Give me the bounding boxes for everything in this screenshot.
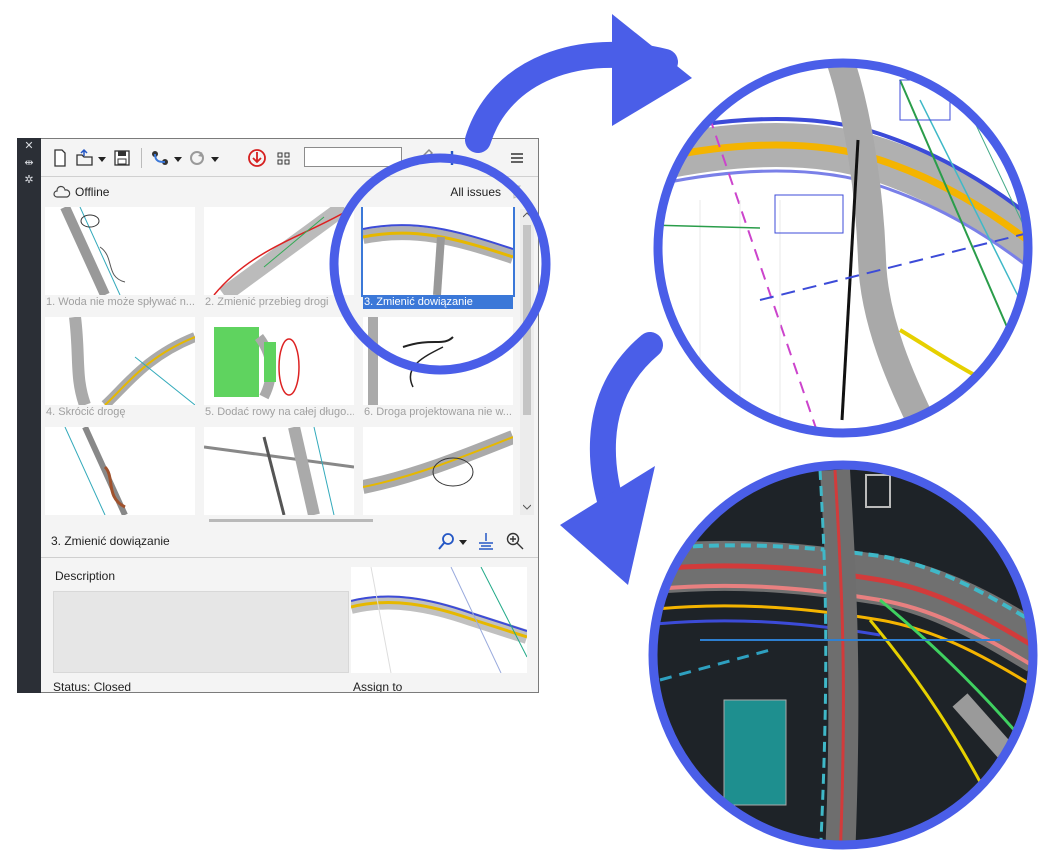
- issue-thumbnail-image: [204, 207, 354, 295]
- dropdown-arrow-icon[interactable]: [211, 148, 219, 168]
- issue-thumbnail-caption: 6. Droga projektowana nie w...: [364, 406, 512, 418]
- zoom-detail-drawing: [658, 63, 1028, 433]
- issue-thumbnail[interactable]: 6. Droga projektowana nie w...: [363, 317, 513, 419]
- description-label: Description: [55, 569, 116, 583]
- issue-filter[interactable]: All issues: [450, 185, 501, 199]
- open-folder-icon[interactable]: [75, 148, 95, 168]
- assign-to-label: Assign to: [353, 680, 403, 693]
- zoom-in-icon[interactable]: [505, 531, 525, 551]
- issue-thumbnail[interactable]: 1. Woda nie może spływać n...: [45, 207, 195, 309]
- cad-dark-drawing: [653, 465, 1033, 845]
- detail-title: 3. Zmienić dowiązanie: [51, 534, 170, 548]
- dropdown-arrow-icon[interactable]: [98, 148, 106, 168]
- settings-icon[interactable]: ✲: [17, 172, 41, 189]
- scroll-down-icon[interactable]: [523, 503, 531, 511]
- sync-icon[interactable]: [187, 148, 207, 168]
- issue-thumbnail-caption: 1. Woda nie może spływać n...: [46, 296, 195, 308]
- save-icon[interactable]: [113, 148, 131, 168]
- issue-thumbnail-image: [45, 207, 195, 295]
- auto-hide-icon[interactable]: ⇹: [17, 155, 41, 172]
- issue-thumbnail[interactable]: [45, 427, 195, 515]
- status-bar: Offline All issues: [41, 177, 538, 207]
- splitter-handle[interactable]: [209, 519, 373, 522]
- search-input[interactable]: [304, 147, 402, 167]
- description-field[interactable]: [53, 591, 349, 673]
- issue-thumbnail[interactable]: [363, 427, 513, 515]
- cloud-icon: [53, 185, 71, 198]
- scrollbar-thumb[interactable]: [523, 225, 531, 415]
- issue-thumbnail-grid: 1. Woda nie może spływać n... 2. Zmienić …: [45, 207, 517, 517]
- issue-thumbnail-image: [361, 207, 515, 297]
- scroll-up-icon[interactable]: [523, 211, 531, 219]
- dropdown-arrow-icon[interactable]: [174, 148, 182, 168]
- issue-thumbnail-caption: 3. Zmienić dowiązanie: [363, 295, 513, 309]
- zoom-to-issue-icon[interactable]: [437, 531, 457, 551]
- zoom-ring-bottom: [648, 460, 1038, 850]
- issue-thumbnail-image: [204, 427, 354, 515]
- issue-thumbnail[interactable]: 3. Zmienić dowiązanie: [361, 207, 515, 309]
- palette-side-strip: ✕ ⇹ ✲: [17, 138, 41, 693]
- issues-panel: Offline All issues 1. Woda nie może spły…: [41, 138, 539, 693]
- plus-icon[interactable]: [443, 148, 461, 168]
- link-icon[interactable]: [150, 148, 172, 168]
- issue-thumbnail-image: [363, 317, 513, 405]
- issue-thumbnail-image: [45, 427, 195, 515]
- issue-preview-image: [351, 567, 527, 673]
- pencil-icon[interactable]: [415, 148, 433, 168]
- connection-status: Offline: [75, 185, 110, 199]
- dropdown-arrow-icon[interactable]: [459, 531, 467, 551]
- align-icon[interactable]: [477, 531, 495, 551]
- issue-thumbnail[interactable]: 4. Skrócić drogę: [45, 317, 195, 419]
- issue-thumbnail-caption: 2. Zmienić przebieg drogi: [205, 296, 329, 308]
- arrow-head-icon: [560, 466, 655, 585]
- toolbar-divider: [141, 148, 142, 168]
- arrow-to-cad: [589, 332, 663, 543]
- issue-thumbnail[interactable]: 2. Zmienić przebieg drogi: [204, 207, 354, 309]
- new-document-icon[interactable]: [53, 148, 67, 168]
- grid-view-icon[interactable]: [277, 148, 291, 168]
- issue-thumbnail-image: [204, 317, 354, 405]
- issue-thumbnail-caption: 5. Dodać rowy na całej długo...: [205, 406, 354, 418]
- arrow-head-icon: [612, 14, 692, 126]
- issue-thumbnail-image: [45, 317, 195, 405]
- zoom-ring-top: [653, 58, 1033, 438]
- toolbar: [41, 139, 538, 177]
- filter-icon[interactable]: [509, 185, 521, 199]
- close-icon[interactable]: ✕: [17, 138, 41, 155]
- status-label: Status: Closed: [53, 680, 132, 693]
- arrow-to-detail: [465, 42, 678, 153]
- issue-thumbnail-caption: 4. Skrócić drogę: [46, 406, 126, 418]
- hamburger-menu-icon[interactable]: [509, 148, 525, 168]
- detail-header: 3. Zmienić dowiązanie: [41, 525, 538, 558]
- issue-thumbnail-image: [363, 427, 513, 515]
- issue-thumbnail[interactable]: 5. Dodać rowy na całej długo...: [204, 317, 354, 419]
- issue-thumbnail[interactable]: [204, 427, 354, 515]
- download-alert-icon[interactable]: [247, 148, 267, 168]
